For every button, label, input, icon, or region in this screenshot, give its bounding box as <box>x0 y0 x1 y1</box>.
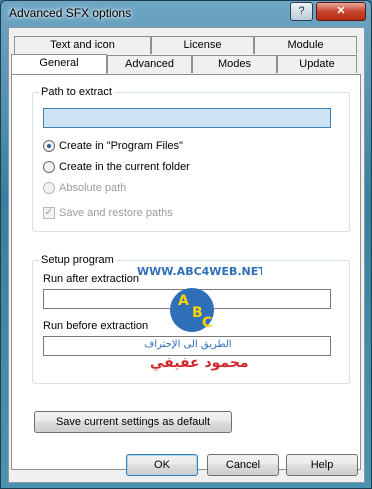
watermark-url: WWW.ABC4WEB.NET <box>137 265 262 278</box>
tab-license[interactable]: License <box>151 36 254 54</box>
save-restore-paths-label: Save and restore paths <box>59 207 173 219</box>
save-settings-default-button[interactable]: Save current settings as default <box>34 411 232 433</box>
logo-letter-c: C <box>202 315 212 331</box>
tab-module[interactable]: Module <box>254 36 357 54</box>
help-button[interactable]: Help <box>286 454 358 476</box>
tab-update[interactable]: Update <box>277 55 357 73</box>
run-after-label: Run after extraction <box>43 273 139 285</box>
radio-program-files-button[interactable] <box>43 140 55 153</box>
tab-panel-general: Path to extract Create in "Program Files… <box>11 74 361 470</box>
logo-letter-a: A <box>178 293 189 309</box>
radio-absolute-path-button[interactable] <box>43 182 55 195</box>
tab-advanced[interactable]: Advanced <box>107 55 192 73</box>
radio-absolute-path-label: Absolute path <box>59 182 127 194</box>
tab-text-and-icon[interactable]: Text and icon <box>14 36 151 54</box>
watermark-arabic-line1: الطريق الى الإحتراف <box>144 339 232 350</box>
abc4web-watermark-logo: A B C WWW.ABC4WEB.NET الطريق الى الإحترا… <box>137 265 262 371</box>
dialog-client-area: Text and icon License Module General Adv… <box>8 27 365 483</box>
dialog-window: Advanced SFX options ? ✕ Text and icon L… <box>0 0 372 489</box>
radio-current-folder-button[interactable] <box>43 161 55 174</box>
titlebar-close-button[interactable]: ✕ <box>316 2 366 21</box>
extract-path-input[interactable] <box>43 108 331 128</box>
radio-program-files-label: Create in "Program Files" <box>59 140 183 152</box>
radio-absolute-path[interactable]: Absolute path <box>43 182 126 198</box>
save-restore-paths-checkbox[interactable]: ✓ Save and restore paths <box>43 207 173 223</box>
tab-general[interactable]: General <box>11 54 107 74</box>
watermark-arabic-line2: محمود عفيفي <box>150 355 249 371</box>
tab-modes[interactable]: Modes <box>192 55 277 73</box>
ok-button[interactable]: OK <box>126 454 198 476</box>
radio-program-files[interactable]: Create in "Program Files" <box>43 140 183 156</box>
titlebar-help-button[interactable]: ? <box>290 2 313 21</box>
setup-group-label: Setup program <box>39 254 116 266</box>
path-group-label: Path to extract <box>39 86 114 98</box>
path-to-extract-group: Path to extract Create in "Program Files… <box>32 86 350 232</box>
radio-current-folder-label: Create in the current folder <box>59 161 190 173</box>
cancel-button[interactable]: Cancel <box>207 454 279 476</box>
window-title: Advanced SFX options <box>9 6 132 20</box>
title-bar[interactable]: Advanced SFX options ? ✕ <box>1 1 371 27</box>
radio-current-folder[interactable]: Create in the current folder <box>43 161 190 177</box>
checkmark-icon[interactable]: ✓ <box>43 207 55 220</box>
